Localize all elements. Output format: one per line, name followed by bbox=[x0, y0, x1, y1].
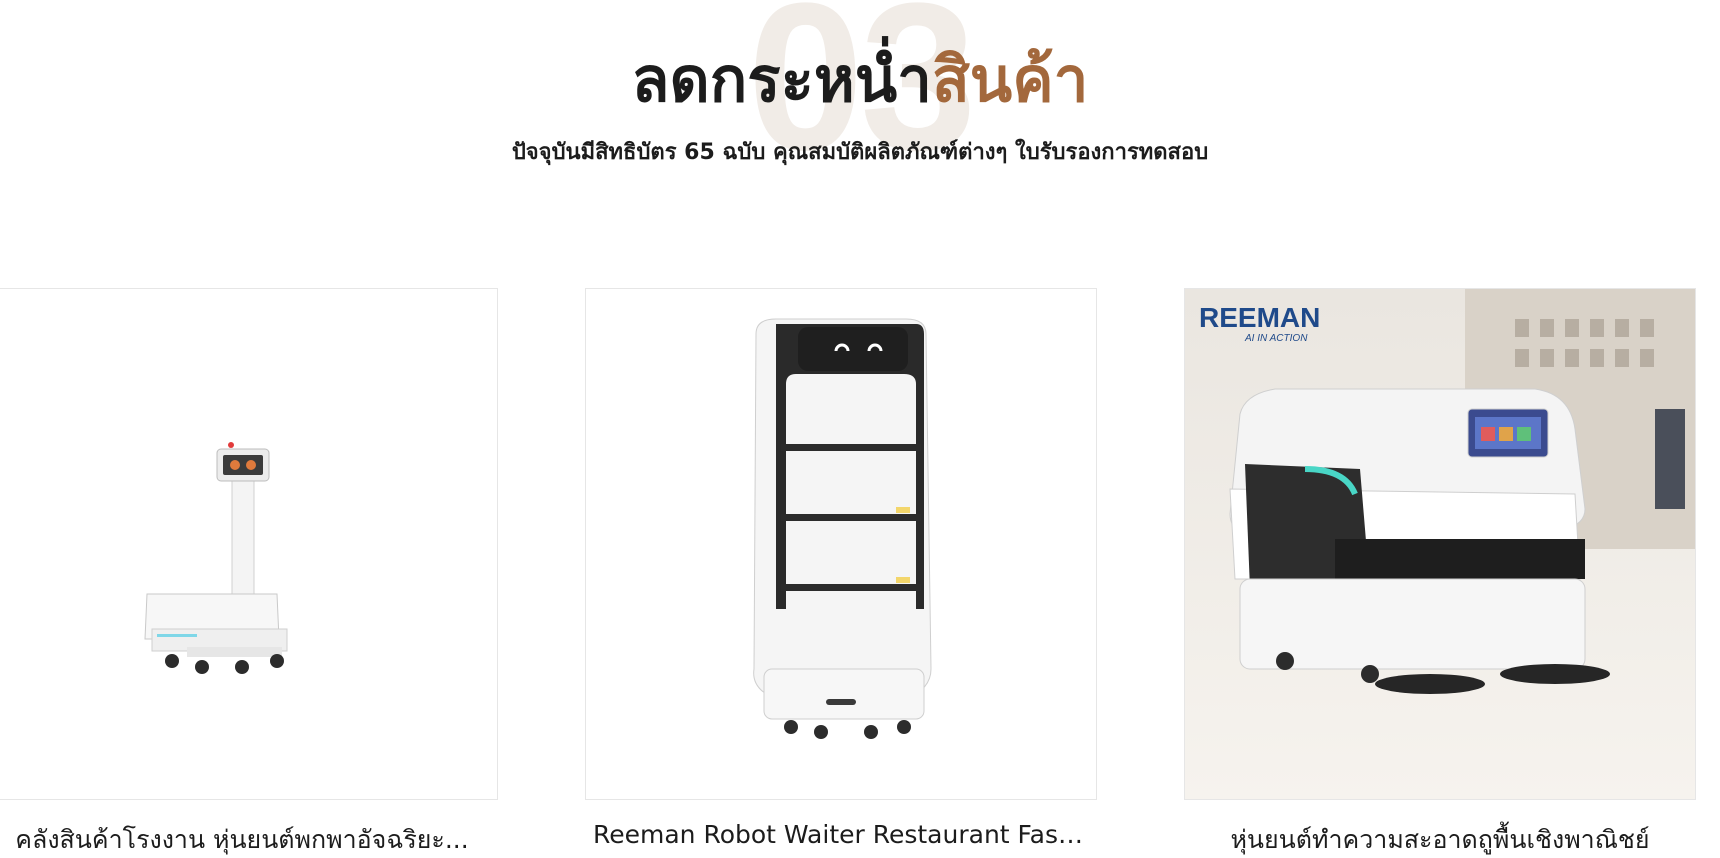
svg-text:REEMAN: REEMAN bbox=[1199, 302, 1320, 333]
floor-cleaning-robot-image: REEMAN AI IN ACTION bbox=[1185, 289, 1695, 799]
warehouse-delivery-robot-image bbox=[144, 442, 288, 674]
product-image-frame[interactable]: REEMAN AI IN ACTION bbox=[1184, 288, 1696, 800]
heading-dark-text: ลดกระหน่ำ bbox=[631, 43, 932, 116]
product-title[interactable]: คลังสินค้าโรงงาน หุ่นยนต์พกพาอัจฉริยะ... bbox=[0, 820, 498, 858]
product-card-3[interactable]: REEMAN AI IN ACTION หุ่นยนต์ทำความสะอาดถ… bbox=[1184, 288, 1696, 858]
product-card-1[interactable]: คลังสินค้าโรงงาน หุ่นยนต์พกพาอัจฉริยะ... bbox=[0, 288, 498, 858]
product-card-2[interactable]: Reeman Robot Waiter Restaurant Fast... bbox=[585, 288, 1097, 849]
section-heading: ลดกระหน่ำสินค้า bbox=[0, 43, 1720, 116]
product-image-frame[interactable] bbox=[585, 288, 1097, 800]
svg-text:AI IN ACTION: AI IN ACTION bbox=[1244, 333, 1308, 344]
heading-accent-text: สินค้า bbox=[931, 43, 1089, 116]
product-title[interactable]: Reeman Robot Waiter Restaurant Fast... bbox=[585, 820, 1097, 849]
product-title[interactable]: หุ่นยนต์ทำความสะอาดถูพื้นเชิงพาณิชย์ bbox=[1184, 820, 1696, 858]
waiter-robot-image bbox=[753, 318, 932, 739]
section-subtitle: ปัจจุบันมีสิทธิบัตร 65 ฉบับ คุณสมบัติผลิ… bbox=[511, 140, 1209, 165]
product-image-frame[interactable] bbox=[0, 288, 498, 800]
